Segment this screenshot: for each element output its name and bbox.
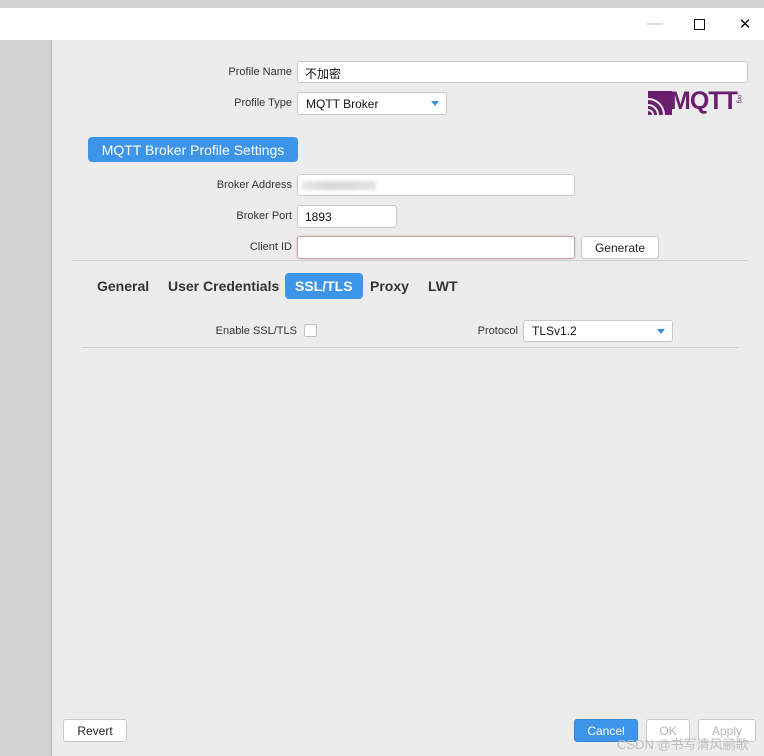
redacted-address	[302, 181, 376, 190]
profile-list-panel	[0, 40, 52, 756]
client-id-label: Client ID	[249, 241, 292, 253]
profile-name-label: Profile Name	[228, 66, 292, 78]
profile-type-label: Profile Type	[234, 97, 292, 109]
profile-type-select[interactable]: MQTT Broker	[297, 92, 447, 115]
enable-ssl-label: Enable SSL/TLS	[215, 325, 297, 337]
maximize-icon	[693, 18, 705, 30]
protocol-value: TLSv1.2	[532, 324, 577, 338]
mqtt-logo-text: MQTT	[670, 87, 738, 115]
mqtt-logo: MQTT .org	[648, 87, 750, 117]
revert-button[interactable]: Revert	[63, 719, 127, 742]
mqtt-signal-icon	[648, 91, 672, 115]
protocol-label: Protocol	[477, 325, 518, 337]
client-id-input[interactable]	[297, 236, 575, 259]
enable-ssl-checkbox[interactable]	[304, 324, 317, 337]
tab-general[interactable]: General	[87, 273, 159, 299]
close-button[interactable]: ✕	[722, 8, 764, 40]
generate-button[interactable]: Generate	[581, 236, 659, 259]
broker-address-label: Broker Address	[216, 179, 292, 191]
window-top-strip	[0, 0, 764, 8]
maximize-button[interactable]	[676, 8, 722, 40]
mqtt-logo-org: .org	[736, 93, 742, 104]
tab-proxy[interactable]: Proxy	[360, 273, 419, 299]
tab-user-credentials[interactable]: User Credentials	[158, 273, 289, 299]
profile-name-input[interactable]: 不加密	[297, 61, 748, 83]
ssl-divider	[82, 347, 738, 348]
watermark-text: CSDN @书写清风鹂歌	[617, 737, 749, 752]
tab-ssl-tls[interactable]: SSL/TLS	[285, 273, 363, 299]
chevron-down-icon	[431, 101, 439, 106]
profile-type-value: MQTT Broker	[306, 97, 379, 111]
protocol-select[interactable]: TLSv1.2	[523, 320, 673, 342]
broker-settings-header: MQTT Broker Profile Settings	[88, 137, 298, 162]
tab-lwt[interactable]: LWT	[418, 273, 468, 299]
broker-port-label: Broker Port	[236, 210, 292, 222]
chevron-down-icon	[657, 329, 665, 334]
broker-port-input[interactable]: 1893	[297, 205, 397, 228]
section-divider	[72, 260, 748, 261]
minimize-button[interactable]: —	[632, 8, 678, 40]
